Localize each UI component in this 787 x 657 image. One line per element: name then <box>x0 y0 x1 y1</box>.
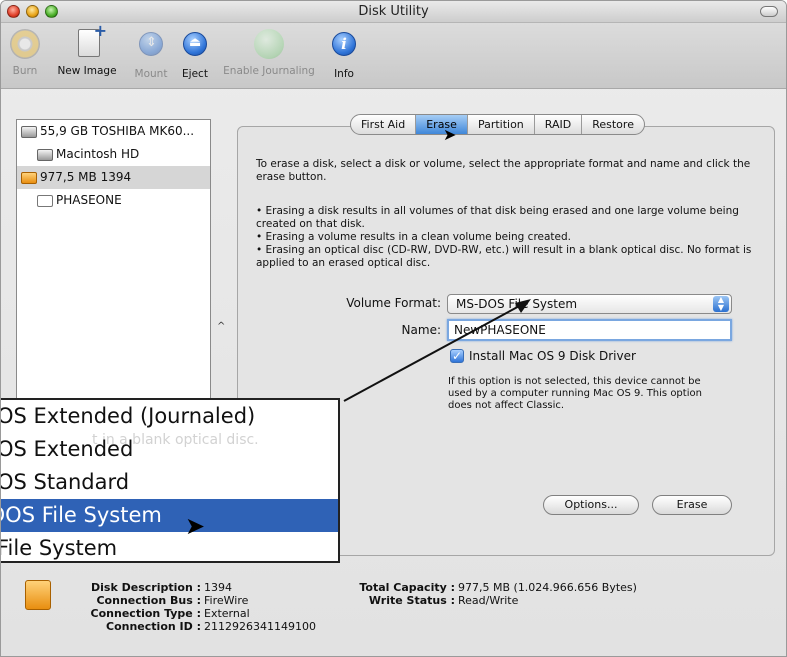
enable-journaling-label: Enable Journaling <box>223 65 315 77</box>
sidebar-item-label: 977,5 MB 1394 <box>40 170 132 184</box>
eject-icon <box>180 32 210 62</box>
burn-icon <box>10 29 40 59</box>
mount-icon <box>136 32 166 62</box>
tab-first-aid[interactable]: First Aid <box>351 115 417 134</box>
firewire-disk-icon <box>25 580 51 610</box>
sidebar-item-label: Macintosh HD <box>56 147 140 161</box>
tab-bar: First Aid Erase Partition RAID Restore <box>350 114 645 135</box>
format-option[interactable]: File System <box>1 532 338 561</box>
mount-button[interactable]: Mount <box>129 29 173 80</box>
tab-raid[interactable]: RAID <box>535 115 583 134</box>
sidebar-item-toshiba-disk[interactable]: 55,9 GB TOSHIBA MK60... <box>17 120 210 143</box>
window-title: Disk Utility <box>358 4 429 19</box>
erase-button[interactable]: Erase <box>652 495 732 515</box>
install-os9-driver-label[interactable]: Install Mac OS 9 Disk Driver <box>469 349 636 363</box>
volume-format-select[interactable]: MS-DOS File System ▲ ▼ <box>447 294 732 314</box>
erase-notes: • Erasing a disk results in all volumes … <box>256 205 766 270</box>
disk-info-area: Disk Description : Connection Bus : Conn… <box>1 566 786 656</box>
write-status-value: Read/Write <box>458 594 519 607</box>
mouse-pointer-icon: ➤ <box>185 512 206 540</box>
install-os9-driver-checkbox[interactable]: ✓ <box>450 349 464 363</box>
volume-icon <box>37 194 53 207</box>
eject-label: Eject <box>182 68 208 80</box>
total-capacity-value: 977,5 MB (1.024.966.656 Bytes) <box>458 581 637 594</box>
eject-button[interactable]: Eject <box>177 29 213 80</box>
format-option-selected[interactable]: DOS File System <box>1 499 338 532</box>
capacity-labels: Total Capacity : Write Status : <box>341 581 455 607</box>
hard-disk-icon <box>21 125 37 138</box>
volume-icon <box>37 148 53 161</box>
connection-bus-label: Connection Bus : <box>96 594 201 607</box>
new-image-icon <box>72 21 107 59</box>
info-values: 1394 FireWire External 2112926341149100 <box>204 581 316 633</box>
capacity-values: 977,5 MB (1.024.966.656 Bytes) Read/Writ… <box>458 581 637 607</box>
disk-description-label: Disk Description : <box>91 581 201 594</box>
burn-label: Burn <box>12 65 38 77</box>
connection-id-label: Connection ID : <box>106 620 201 633</box>
erase-instructions: To erase a disk, select a disk or volume… <box>256 158 751 183</box>
sidebar-item-macintosh-hd[interactable]: Macintosh HD <box>17 143 210 166</box>
sidebar-item-phaseone[interactable]: PHASEONE <box>17 189 210 212</box>
firewire-disk-icon <box>21 171 37 184</box>
scroll-up-arrow[interactable]: ^ <box>217 321 225 332</box>
options-button[interactable]: Options... <box>543 495 639 515</box>
new-image-label: New Image <box>57 65 117 77</box>
volume-format-value: MS-DOS File System <box>456 297 578 311</box>
erase-note: • Erasing a disk results in all volumes … <box>256 205 739 230</box>
connection-type-value: External <box>204 607 250 620</box>
format-option[interactable]: OS Standard <box>1 466 338 499</box>
new-image-button[interactable]: New Image <box>51 21 123 77</box>
format-option-label: OS File System <box>5 503 162 527</box>
sidebar-item-label: PHASEONE <box>56 193 122 207</box>
format-option[interactable]: OS Extended (Journaled) <box>1 400 338 433</box>
toolbar: Burn New Image Mount Eject Enable Journa… <box>1 21 786 89</box>
volume-format-popup-zoom: t in a blank optical disc. OS Extended (… <box>1 398 340 563</box>
info-labels: Disk Description : Connection Bus : Conn… <box>61 581 201 633</box>
sidebar-item-1394-disk[interactable]: 977,5 MB 1394 <box>17 166 210 189</box>
volume-format-label: Volume Format: <box>346 296 441 310</box>
disk-description-value: 1394 <box>204 581 232 594</box>
name-label: Name: <box>401 323 441 337</box>
burn-button[interactable]: Burn <box>7 29 43 77</box>
tab-restore[interactable]: Restore <box>582 115 644 134</box>
total-capacity-label: Total Capacity : <box>359 581 455 594</box>
connection-bus-value: FireWire <box>204 594 249 607</box>
volume-name-input[interactable]: NewPHASEONE <box>447 319 732 341</box>
install-os9-driver-note: If this option is not selected, this dev… <box>448 376 702 411</box>
info-label: Info <box>334 68 354 80</box>
tab-partition[interactable]: Partition <box>468 115 535 134</box>
title-bar: Disk Utility <box>1 1 786 23</box>
popup-arrows-icon: ▲ ▼ <box>713 296 729 312</box>
connection-id-value: 2112926341149100 <box>204 620 316 633</box>
disk-utility-window: Disk Utility Burn New Image Mount Eject … <box>0 0 787 657</box>
mount-label: Mount <box>134 68 168 80</box>
connection-type-label: Connection Type : <box>90 607 201 620</box>
format-option[interactable]: OS Extended <box>1 433 338 466</box>
info-button[interactable]: i Info <box>329 29 359 80</box>
erase-note: • Erasing an optical disc (CD-RW, DVD-RW… <box>256 244 752 269</box>
mouse-pointer-icon: ➤ <box>443 125 457 144</box>
journaling-icon <box>254 29 284 59</box>
write-status-label: Write Status : <box>368 594 455 607</box>
enable-journaling-button[interactable]: Enable Journaling <box>217 29 321 77</box>
info-icon: i <box>329 32 359 62</box>
toolbar-toggle-button[interactable] <box>760 6 778 17</box>
sidebar-item-label: 55,9 GB TOSHIBA MK60... <box>40 124 195 138</box>
erase-note: • Erasing a volume results in a clean vo… <box>256 231 572 243</box>
